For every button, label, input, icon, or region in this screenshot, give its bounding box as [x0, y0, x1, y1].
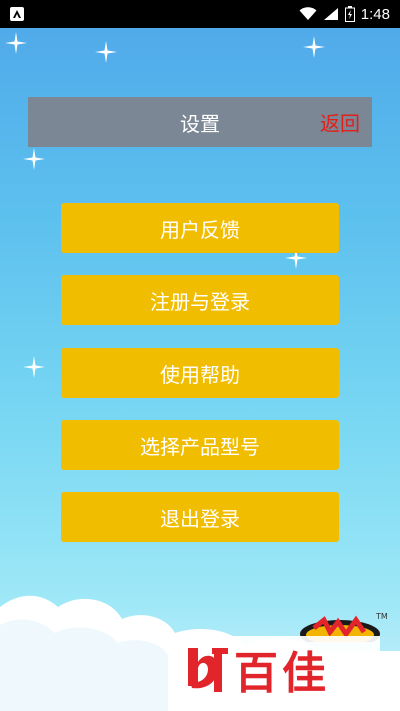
sparkle-icon — [23, 356, 45, 378]
back-button[interactable]: 返回 — [320, 108, 360, 137]
notification-icon — [10, 7, 24, 21]
sparkle-icon — [303, 36, 325, 58]
sparkle-icon — [95, 41, 117, 63]
status-time: 1:48 — [360, 5, 390, 23]
sparkle-icon — [23, 148, 45, 170]
status-left — [10, 7, 24, 21]
watermark: 百佳 — [180, 636, 380, 701]
page-title: 设置 — [180, 111, 220, 136]
settings-header: 设置 返回 — [28, 97, 372, 147]
watermark-text: 百佳 — [234, 647, 330, 699]
sparkle-icon — [5, 32, 27, 54]
watermark-logo-icon — [188, 647, 228, 692]
register-login-button[interactable]: 注册与登录 — [61, 275, 339, 325]
status-bar: 1:48 — [0, 0, 400, 28]
status-right: 1:48 — [299, 6, 390, 23]
signal-icon — [323, 8, 338, 20]
feedback-button[interactable]: 用户反馈 — [61, 203, 339, 253]
wifi-icon — [299, 7, 317, 20]
help-button[interactable]: 使用帮助 — [61, 348, 339, 398]
select-product-model-button[interactable]: 选择产品型号 — [61, 420, 339, 470]
trademark-mark: TM — [376, 612, 388, 621]
battery-icon — [344, 6, 355, 22]
logout-button[interactable]: 退出登录 — [61, 492, 339, 542]
